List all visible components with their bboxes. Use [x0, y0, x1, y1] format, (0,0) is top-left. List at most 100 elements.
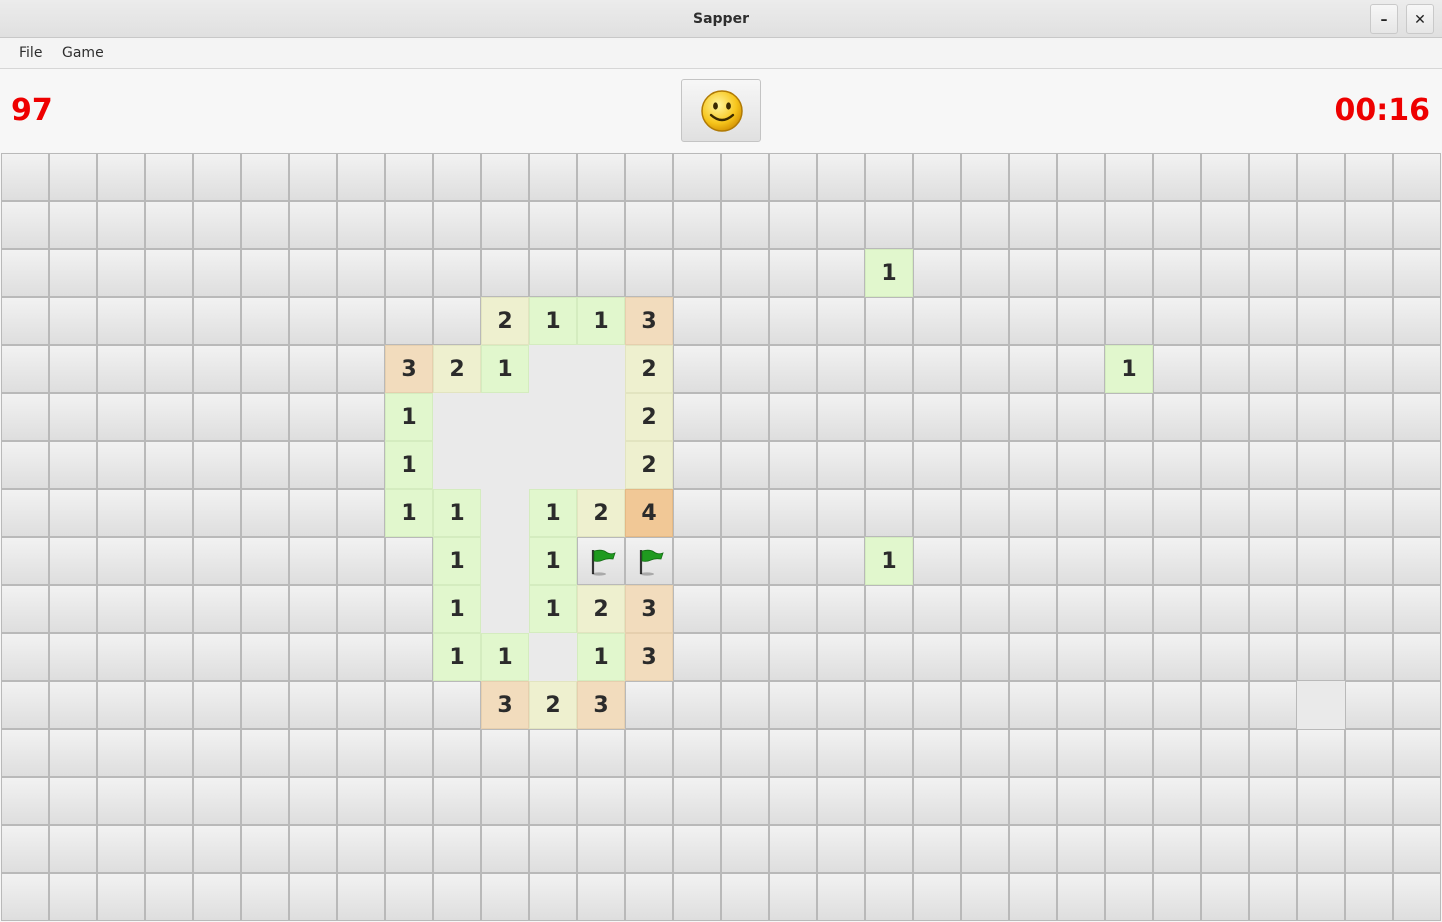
hidden-cell[interactable]	[1105, 633, 1153, 681]
hidden-cell[interactable]	[1345, 585, 1393, 633]
hidden-cell[interactable]	[817, 441, 865, 489]
hidden-cell[interactable]	[193, 729, 241, 777]
hidden-cell[interactable]	[1057, 585, 1105, 633]
hidden-cell[interactable]	[1009, 297, 1057, 345]
hidden-cell[interactable]	[385, 681, 433, 729]
hidden-cell[interactable]	[481, 201, 529, 249]
hidden-cell[interactable]	[193, 297, 241, 345]
hidden-cell[interactable]	[817, 585, 865, 633]
hidden-cell[interactable]	[1105, 201, 1153, 249]
hidden-cell[interactable]	[673, 873, 721, 921]
hidden-cell[interactable]	[1297, 249, 1345, 297]
hidden-cell[interactable]	[241, 345, 289, 393]
hidden-cell[interactable]	[961, 729, 1009, 777]
hidden-cell[interactable]	[1009, 441, 1057, 489]
hidden-cell[interactable]	[913, 345, 961, 393]
hidden-cell[interactable]	[865, 825, 913, 873]
hidden-cell[interactable]	[769, 873, 817, 921]
hidden-cell[interactable]	[241, 873, 289, 921]
hidden-cell[interactable]	[817, 201, 865, 249]
hidden-cell[interactable]	[1153, 441, 1201, 489]
hidden-cell[interactable]	[529, 729, 577, 777]
hidden-cell[interactable]	[1249, 777, 1297, 825]
hidden-cell[interactable]	[1009, 681, 1057, 729]
hidden-cell[interactable]	[721, 777, 769, 825]
hidden-cell[interactable]	[1105, 441, 1153, 489]
hidden-cell[interactable]	[625, 249, 673, 297]
hidden-cell[interactable]	[145, 153, 193, 201]
hidden-cell[interactable]	[1057, 345, 1105, 393]
hidden-cell[interactable]	[1297, 201, 1345, 249]
hidden-cell[interactable]	[289, 777, 337, 825]
hidden-cell[interactable]	[193, 201, 241, 249]
hidden-cell[interactable]	[1, 153, 49, 201]
hidden-cell[interactable]	[385, 249, 433, 297]
hidden-cell[interactable]	[1393, 345, 1441, 393]
hidden-cell[interactable]	[625, 777, 673, 825]
hidden-cell[interactable]	[1249, 201, 1297, 249]
hidden-cell[interactable]	[1009, 825, 1057, 873]
hidden-cell[interactable]	[1105, 681, 1153, 729]
hidden-cell[interactable]	[1393, 393, 1441, 441]
hidden-cell[interactable]	[1057, 297, 1105, 345]
hidden-cell[interactable]	[817, 633, 865, 681]
hidden-cell[interactable]	[337, 633, 385, 681]
hidden-cell[interactable]	[97, 201, 145, 249]
hidden-cell[interactable]	[913, 825, 961, 873]
hidden-cell[interactable]	[865, 489, 913, 537]
hidden-cell[interactable]	[1393, 489, 1441, 537]
hidden-cell[interactable]	[241, 297, 289, 345]
hidden-cell[interactable]	[1009, 345, 1057, 393]
hidden-cell[interactable]	[385, 585, 433, 633]
hidden-cell[interactable]	[97, 489, 145, 537]
hidden-cell[interactable]	[481, 777, 529, 825]
hidden-cell[interactable]	[241, 441, 289, 489]
hidden-cell[interactable]	[481, 249, 529, 297]
hidden-cell[interactable]	[1009, 729, 1057, 777]
hidden-cell[interactable]	[673, 249, 721, 297]
hidden-cell[interactable]	[961, 393, 1009, 441]
hidden-cell[interactable]	[673, 537, 721, 585]
hidden-cell[interactable]	[1057, 153, 1105, 201]
hidden-cell[interactable]	[97, 297, 145, 345]
menu-game[interactable]: Game	[62, 38, 104, 68]
hidden-cell[interactable]	[97, 777, 145, 825]
hidden-cell[interactable]	[289, 825, 337, 873]
hidden-cell[interactable]	[865, 729, 913, 777]
hidden-cell[interactable]	[289, 393, 337, 441]
hidden-cell[interactable]	[1201, 537, 1249, 585]
hidden-cell[interactable]	[1345, 729, 1393, 777]
hidden-cell[interactable]	[337, 585, 385, 633]
hidden-cell[interactable]	[1153, 489, 1201, 537]
hidden-cell[interactable]	[1, 489, 49, 537]
hidden-cell[interactable]	[1249, 537, 1297, 585]
hidden-cell[interactable]	[337, 249, 385, 297]
hidden-cell[interactable]	[49, 873, 97, 921]
hidden-cell[interactable]	[385, 729, 433, 777]
hidden-cell[interactable]	[577, 777, 625, 825]
hidden-cell[interactable]	[577, 729, 625, 777]
hidden-cell[interactable]	[673, 345, 721, 393]
hidden-cell[interactable]	[289, 153, 337, 201]
hidden-cell[interactable]	[1, 249, 49, 297]
hidden-cell[interactable]	[49, 585, 97, 633]
hidden-cell[interactable]	[241, 153, 289, 201]
hidden-cell[interactable]	[1153, 297, 1201, 345]
hidden-cell[interactable]	[241, 825, 289, 873]
hidden-cell[interactable]	[1345, 777, 1393, 825]
hidden-cell[interactable]	[49, 297, 97, 345]
hidden-cell[interactable]	[1345, 873, 1393, 921]
hidden-cell[interactable]	[1105, 585, 1153, 633]
hidden-cell[interactable]	[913, 777, 961, 825]
hidden-cell[interactable]	[433, 825, 481, 873]
hidden-cell[interactable]	[1057, 825, 1105, 873]
hidden-cell[interactable]	[817, 249, 865, 297]
hidden-cell[interactable]	[625, 153, 673, 201]
hidden-cell[interactable]	[241, 729, 289, 777]
hidden-cell[interactable]	[1393, 873, 1441, 921]
hidden-cell[interactable]	[1345, 297, 1393, 345]
hidden-cell[interactable]	[865, 201, 913, 249]
hidden-cell[interactable]	[1153, 345, 1201, 393]
hidden-cell[interactable]	[721, 345, 769, 393]
hidden-cell[interactable]	[1345, 825, 1393, 873]
